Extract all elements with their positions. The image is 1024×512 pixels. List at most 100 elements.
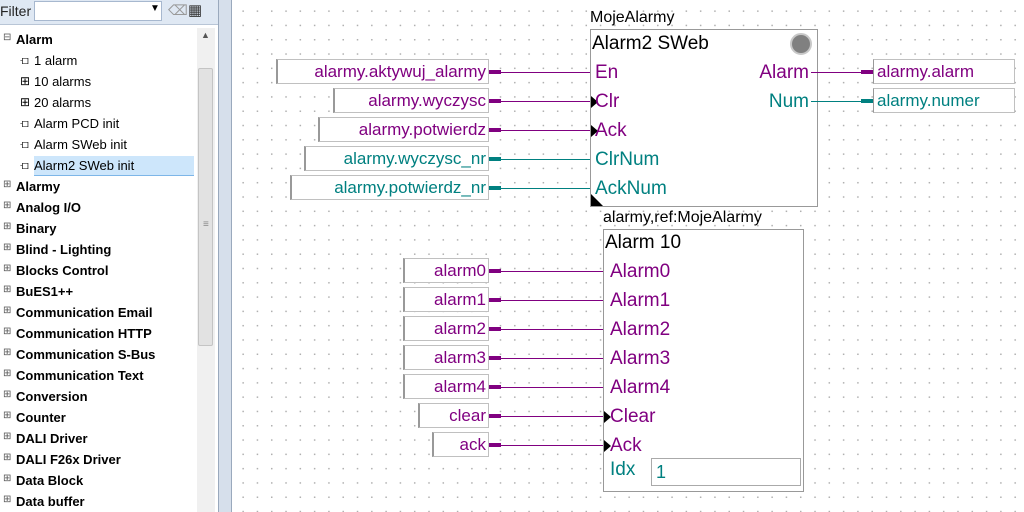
tree-item[interactable]: 20 alarms <box>34 93 91 112</box>
connector-stub <box>489 269 501 273</box>
input-variable[interactable]: alarmy.potwierdz_nr <box>290 175 489 200</box>
wire[interactable] <box>501 188 590 189</box>
expand-icon[interactable]: ⊞ <box>3 452 11 464</box>
input-variable[interactable]: alarmy.wyczysc_nr <box>304 146 489 171</box>
eraser-icon[interactable]: ⌫ <box>168 2 188 19</box>
wire[interactable] <box>501 159 590 160</box>
tree-category[interactable]: DALI F26x Driver <box>16 450 121 469</box>
tree-item[interactable]: Alarm SWeb init <box>34 135 127 154</box>
tree-category[interactable]: Alarm <box>16 30 53 49</box>
input-variable[interactable]: alarm0 <box>403 258 489 283</box>
tree-category[interactable]: Data buffer <box>16 492 85 511</box>
vertical-scrollbar[interactable]: ▲ ≡ <box>197 28 215 512</box>
input-variable[interactable]: ack <box>432 432 489 457</box>
output-pin: Alarm <box>759 62 809 83</box>
expand-icon[interactable]: ⊞ <box>3 284 11 296</box>
input-variable[interactable]: alarm3 <box>403 345 489 370</box>
tree-item[interactable]: 1 alarm <box>34 51 77 70</box>
input-variable[interactable]: alarm2 <box>403 316 489 341</box>
expand-icon[interactable]: ⊞ <box>3 473 11 485</box>
expand-icon[interactable]: ⊞ <box>3 179 11 191</box>
input-variable[interactable]: alarmy.potwierdz <box>318 117 489 142</box>
scrollbar-thumb[interactable]: ≡ <box>198 68 213 346</box>
wire[interactable] <box>501 72 590 73</box>
tree-category[interactable]: DALI Driver <box>16 429 88 448</box>
idx-field[interactable]: 1 <box>651 458 801 486</box>
connector-stub <box>489 385 501 389</box>
expand-icon[interactable]: ⊞ <box>3 368 11 380</box>
wire[interactable] <box>501 300 603 301</box>
expand-icon[interactable]: ⊞ <box>3 242 11 254</box>
expand-icon[interactable]: ⊞ <box>3 221 11 233</box>
properties-icon[interactable]: ▦ <box>188 1 202 19</box>
wire[interactable] <box>501 416 603 417</box>
tree-category[interactable]: Communication HTTP <box>16 324 152 343</box>
input-variable[interactable]: alarm4 <box>403 374 489 399</box>
collapse-icon[interactable]: ⊟ <box>3 32 11 44</box>
tree-item[interactable]: Alarm PCD init <box>34 114 119 133</box>
dropdown-arrow-icon[interactable]: ▼ <box>150 3 160 14</box>
tree-category[interactable]: Communication Text <box>16 366 144 385</box>
output-variable[interactable]: alarmy.numer <box>873 88 1015 113</box>
tree-category[interactable]: Conversion <box>16 387 88 406</box>
wire[interactable] <box>501 445 603 446</box>
tree-category[interactable]: Analog I/O <box>16 198 81 217</box>
connector-stub <box>489 157 501 161</box>
expand-icon[interactable]: ⊞ <box>3 200 11 212</box>
fupla-canvas[interactable]: MojeAlarmy Alarm2 SWeb En Clr Ack ClrNum AckNu… <box>232 0 1024 512</box>
wire[interactable] <box>501 387 603 388</box>
expand-icon[interactable]: ⊞ <box>3 305 11 317</box>
tree-category[interactable]: Counter <box>16 408 66 427</box>
block-title: Alarm 10 <box>605 232 682 253</box>
input-pin: Alarm4 <box>610 377 671 398</box>
output-variable[interactable]: alarmy.alarm <box>873 59 1015 84</box>
tree-category[interactable]: Blocks Control <box>16 261 108 280</box>
expand-icon[interactable]: ⊞ <box>3 410 11 422</box>
tree-category[interactable]: Communication S-Bus <box>16 345 155 364</box>
expand-icon[interactable]: ⊞ <box>3 347 11 359</box>
filter-input[interactable] <box>34 1 162 21</box>
tree-item[interactable]: 10 alarms <box>34 72 91 91</box>
panel-splitter[interactable] <box>219 0 232 512</box>
input-pin: AckNum <box>595 178 667 199</box>
wire[interactable] <box>811 101 861 102</box>
wire[interactable] <box>501 271 603 272</box>
tree-category[interactable]: Communication Email <box>16 303 153 322</box>
output-pin: Num <box>768 91 809 112</box>
block-icon: ⟤ <box>20 137 29 151</box>
block-icon: ⟤ <box>20 158 29 172</box>
tree-category[interactable]: Data Block <box>16 471 83 490</box>
tree-item[interactable]: Alarm2 SWeb init <box>34 156 194 176</box>
wire[interactable] <box>501 130 590 131</box>
expand-icon[interactable]: ⊞ <box>3 494 11 506</box>
wire[interactable] <box>501 358 603 359</box>
idx-value[interactable]: 1 <box>656 462 666 483</box>
idx-label: Idx <box>610 459 636 480</box>
input-variable[interactable]: alarmy.aktywuj_alarmy <box>276 59 489 84</box>
wire[interactable] <box>811 72 861 73</box>
filter-bar: Filter ▼ ⌫ ▦ <box>0 0 218 25</box>
alarm-10-block[interactable]: Alarm 10 Alarm0 Alarm1 Alarm2 Alarm3 Alarm4 Cl… <box>603 229 804 492</box>
input-variable[interactable]: alarmy.wyczysc <box>333 88 489 113</box>
connector-stub <box>489 99 501 103</box>
expand-icon[interactable]: ⊞ <box>3 431 11 443</box>
connector-stub <box>489 128 501 132</box>
tree-category[interactable]: Blind - Lighting <box>16 240 111 259</box>
input-pin: Clear <box>610 406 656 427</box>
wire[interactable] <box>501 329 603 330</box>
tree-category[interactable]: Alarmy <box>16 177 60 196</box>
input-variable[interactable]: clear <box>418 403 489 428</box>
expand-icon[interactable]: ⊞ <box>3 389 11 401</box>
scroll-up-icon[interactable]: ▲ <box>201 30 210 40</box>
wire[interactable] <box>501 101 590 102</box>
status-led-icon <box>790 33 812 55</box>
input-pin: Alarm0 <box>610 261 671 282</box>
connector-stub <box>489 298 501 302</box>
block-reference-label: MojeAlarmy <box>590 9 675 26</box>
alarm2-sweb-block[interactable]: Alarm2 SWeb En Clr Ack ClrNum AckNum Alarm Num <box>590 29 818 207</box>
expand-icon[interactable]: ⊞ <box>3 263 11 275</box>
expand-icon[interactable]: ⊞ <box>3 326 11 338</box>
tree-category[interactable]: BuES1++ <box>16 282 73 301</box>
input-variable[interactable]: alarm1 <box>403 287 489 312</box>
tree-category[interactable]: Binary <box>16 219 56 238</box>
